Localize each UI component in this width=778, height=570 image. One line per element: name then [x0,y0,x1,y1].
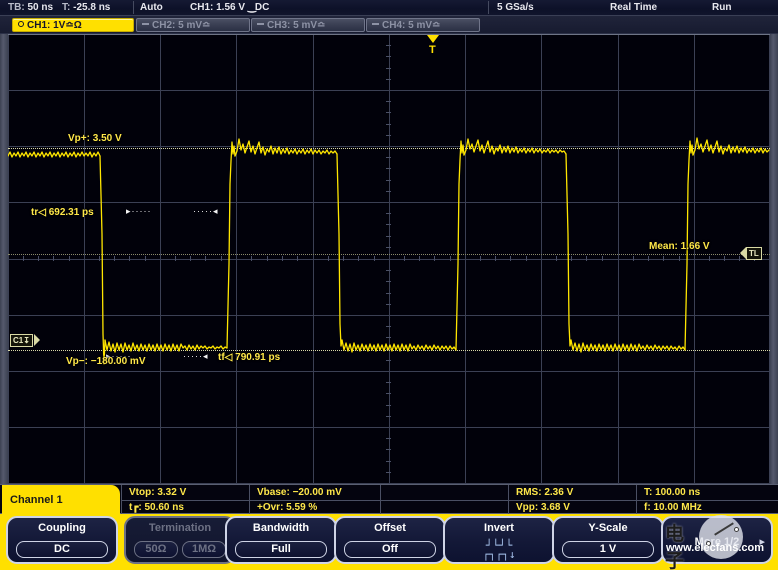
channel-tab-ch1-suffix: ≏Ω [65,20,81,31]
trigger-mode-readout[interactable]: Auto [140,0,163,15]
channel-offset-arrow-icon [34,334,40,346]
timebase-readout[interactable]: TB: 50 ns [8,0,53,15]
softkey-coupling[interactable]: Coupling DC [6,516,118,564]
trigger-position-value: -25.8 ns [73,2,110,13]
measurement-freq[interactable]: f: 10.00 MHz [639,500,702,515]
softkey-termination: Termination 50Ω 1MΩ [124,516,236,564]
measurement-rms[interactable]: RMS: 2.36 V [511,485,573,500]
softkey-offset[interactable]: Offset Off [334,516,446,564]
annotation-vp-minus: Vp−: −180.00 mV [66,356,146,367]
channel-on-icon [18,21,24,27]
annotation-fall-time: tf◁ 790.91 ps [218,352,280,363]
display-left-bezel [0,34,8,484]
chevron-right-icon: ▸ [759,535,765,548]
trigger-level-marker-tl[interactable]: TL [746,247,762,260]
channel-tab-bar: CH1: 1V≏Ω CH2: 5 mV≏ CH3: 5 mV≏ CH4: 5 m… [0,16,778,34]
softkey-termination-1megohm: 1MΩ [182,541,226,558]
graticule[interactable]: T Vp+: 3.50 V tr◁ 692.31 ps ▸····· ·····… [8,34,770,484]
measurement-bar: Channel 1 Vtop: 3.32 V Vbase: −20.00 mV … [0,484,778,514]
measurement-vpp[interactable]: Vpp: 3.68 V [511,500,570,515]
acquisition-mode-readout: Real Time [610,0,657,15]
softkey-offset-value[interactable]: Off [344,541,436,558]
softkey-y-scale[interactable]: Y-Scale 1 V [552,516,664,564]
top-status-bar: TB: 50 ns T: -25.8 ns Auto CH1: 1.56 V ‿… [0,0,778,16]
trigger-position-marker: T [429,44,436,56]
sample-rate-readout: 5 GSa/s [497,0,534,15]
channel-tab-ch4[interactable]: CH4: 5 mV≏ [366,18,480,32]
softkey-y-scale-title: Y-Scale [554,522,662,534]
measurement-overshoot[interactable]: +Ovr: 5.59 % [252,500,317,515]
trigger-coupling-value: DC [255,2,269,13]
measurement-period[interactable]: T: 100.00 ns [639,485,700,500]
timebase-label: TB: [8,2,25,13]
channel-tab-ch2[interactable]: CH2: 5 mV≏ [136,18,250,32]
softkey-bar: Coupling DC Termination 50Ω 1MΩ Bandwidt… [0,514,778,570]
measurement-pulse-width[interactable]: t┏: 50.60 ns [124,500,184,515]
channel-tab-ch2-suffix: ≏ [202,20,210,31]
measurement-vbase[interactable]: Vbase: −20.00 mV [252,485,342,500]
channel-badge[interactable]: Channel 1 [2,485,120,515]
softkey-offset-title: Offset [336,522,444,534]
trigger-position-triangle-icon[interactable] [427,35,439,43]
trigger-source-readout[interactable]: CH1: 1.56 V ‿DC [190,0,269,15]
channel-tab-ch1[interactable]: CH1: 1V≏Ω [12,18,134,32]
softkey-more-title: More 1/2 [663,536,771,548]
trigger-source-label: CH1: [190,2,213,13]
channel-tab-ch4-suffix: ≏ [432,20,440,31]
softkey-coupling-title: Coupling [8,522,116,534]
trigger-level-value: 1.56 V [216,2,245,13]
softkey-bandwidth-title: Bandwidth [227,522,335,534]
channel-off-icon [257,23,264,25]
channel-offset-marker-c1[interactable]: C1↧ [10,334,33,347]
timebase-value: 50 ns [27,2,53,13]
annotation-mean: Mean: 1.66 V [649,241,710,252]
channel-tab-ch3-label: CH3: 5 mV [267,20,317,31]
softkey-invert-title: Invert [445,522,553,534]
softkey-termination-title: Termination [126,522,234,534]
scope-display[interactable]: T Vp+: 3.50 V tr◁ 692.31 ps ▸····· ·····… [0,34,778,484]
softkey-termination-50ohm: 50Ω [134,541,178,558]
oscilloscope-screen: TB: 50 ns T: -25.8 ns Auto CH1: 1.56 V ‿… [0,0,778,570]
softkey-coupling-value[interactable]: DC [16,541,108,558]
display-right-bezel [770,34,778,484]
channel-off-icon [142,23,149,25]
annotation-vp-plus: Vp+: 3.50 V [68,133,122,144]
softkey-bandwidth[interactable]: Bandwidth Full [225,516,337,564]
trigger-position-readout[interactable]: T: -25.8 ns [62,0,110,15]
channel-tab-ch3-suffix: ≏ [317,20,325,31]
channel-tab-ch4-label: CH4: 5 mV [382,20,432,31]
rising-slope-icon: ‿ [248,0,255,15]
channel-tab-ch1-label: CH1: 1V [27,20,65,31]
rise-cursor-right-mark: ·····◂ [193,206,219,217]
trigger-position-label: T: [62,2,70,13]
channel-off-icon [372,23,379,25]
waveform-trace-ch1 [8,34,770,484]
channel-tab-ch3[interactable]: CH3: 5 mV≏ [251,18,365,32]
channel-tab-ch2-label: CH2: 5 mV [152,20,202,31]
annotation-rise-time: tr◁ 692.31 ps [31,207,94,218]
measurement-vtop[interactable]: Vtop: 3.32 V [124,485,186,500]
run-state-readout[interactable]: Run [712,0,731,15]
rise-cursor-left-mark: ▸····· [126,206,152,217]
softkey-y-scale-value[interactable]: 1 V [562,541,654,558]
softkey-more[interactable]: More 1/2 ▸ [661,516,773,564]
square-wave-invert-icon: ┘└┘└┌┐┌┐↓ [445,541,553,559]
softkey-invert[interactable]: Invert ┘└┘└┌┐┌┐↓ [443,516,555,564]
fall-cursor-right-mark: ·····◂ [183,351,209,362]
channel-offset-marker-label: C1 [13,336,23,345]
softkey-bandwidth-value[interactable]: Full [235,541,327,558]
